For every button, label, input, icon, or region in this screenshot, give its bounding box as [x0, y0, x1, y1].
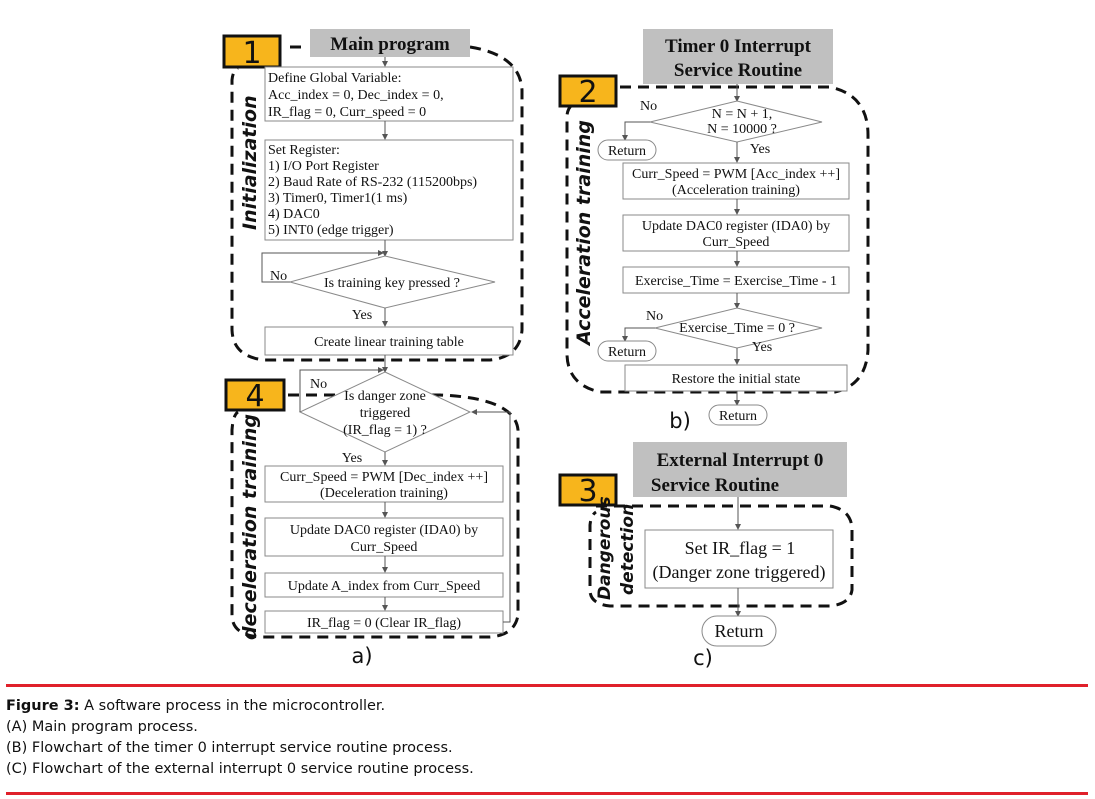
return-label: Return — [608, 345, 646, 360]
panel-b-timer0-isr: Timer 0 Interrupt Service Routine 2 Acce… — [558, 29, 870, 433]
update-a-index-label: Update A_index from Curr_Speed — [288, 579, 480, 594]
training-key-question: Is training key pressed ? — [324, 276, 460, 291]
define-vars-line: Define Global Variable: — [268, 71, 401, 86]
caption-top-rule — [6, 684, 1088, 687]
counter-question-line: N = 10000 ? — [707, 122, 777, 137]
caption-line: (A) Main program process. — [6, 719, 198, 735]
dac-update-line: Update DAC0 register (IDA0) by — [290, 523, 478, 538]
panel-c-label: c) — [693, 646, 713, 670]
caption-line: (B) Flowchart of the timer 0 interrupt s… — [6, 740, 453, 756]
main-program-title: Main program — [330, 34, 450, 55]
acceleration-label: Acceleration training — [573, 120, 595, 347]
define-vars-line: IR_flag = 0, Curr_speed = 0 — [268, 105, 426, 120]
initialization-label: Initialization — [239, 95, 261, 230]
timer0-title-line: Timer 0 Interrupt — [665, 36, 812, 57]
danger-question-line: triggered — [360, 406, 411, 421]
return-label: Return — [719, 409, 757, 424]
detection-label: detection — [618, 504, 638, 595]
ext-int-title-line: External Interrupt 0 — [657, 450, 824, 471]
set-flag-line: Set IR_flag = 1 — [685, 538, 796, 558]
panel-c-external-interrupt-isr: External Interrupt 0 Service Routine 3 D… — [558, 442, 854, 670]
create-table-label: Create linear training table — [314, 335, 464, 350]
set-register-line: 3) Timer0, Timer1(1 ms) — [268, 191, 408, 206]
dac-update-line: Update DAC0 register (IDA0) by — [642, 219, 830, 234]
dangerous-label: Dangerous — [595, 496, 615, 600]
badge-2-label: 2 — [578, 75, 597, 110]
yes-label: Yes — [352, 308, 372, 323]
exercise-decrement-label: Exercise_Time = Exercise_Time - 1 — [635, 274, 837, 289]
set-register-line: 2) Baud Rate of RS-232 (115200bps) — [268, 175, 477, 190]
danger-question-line: (IR_flag = 1) ? — [343, 423, 427, 438]
panel-a-main-program: Main program 1 Initialization Define Glo… — [222, 29, 524, 668]
acc-speed-line: (Acceleration training) — [672, 183, 800, 198]
panel-a-label: a) — [351, 644, 372, 668]
acc-speed-line: Curr_Speed = PWM [Acc_index ++] — [632, 167, 840, 182]
dec-speed-line: Curr_Speed = PWM [Dec_index ++] — [280, 470, 488, 485]
danger-question-line: Is danger zone — [344, 389, 426, 404]
yes-label: Yes — [752, 340, 772, 355]
set-register-line: Set Register: — [268, 143, 340, 158]
set-flag-line: (Danger zone triggered) — [653, 562, 826, 583]
dac-update-line: Curr_Speed — [351, 540, 418, 555]
no-label: No — [640, 99, 657, 114]
caption-bottom-rule — [6, 792, 1088, 795]
figure-caption: Figure 3: A software process in the micr… — [6, 696, 474, 780]
no-label: No — [646, 309, 663, 324]
panel-b-label: b) — [669, 409, 691, 433]
exercise-question: Exercise_Time = 0 ? — [679, 321, 795, 336]
restore-state-label: Restore the initial state — [672, 372, 801, 387]
deceleration-label: deceleration training — [239, 414, 261, 640]
set-register-line: 5) INT0 (edge trigger) — [268, 223, 394, 238]
timer0-title-line: Service Routine — [674, 60, 802, 81]
clear-flag-label: IR_flag = 0 (Clear IR_flag) — [307, 616, 461, 631]
yes-label: Yes — [342, 451, 362, 466]
dec-speed-line: (Deceleration training) — [320, 486, 448, 501]
no-label: No — [310, 377, 327, 392]
yes-label: Yes — [750, 142, 770, 157]
return-label: Return — [715, 621, 764, 641]
badge-1-label: 1 — [242, 36, 261, 71]
flowchart-figure: Main program 1 Initialization Define Glo… — [222, 29, 870, 670]
caption-line: (C) Flowchart of the external interrupt … — [6, 761, 474, 777]
define-vars-line: Acc_index = 0, Dec_index = 0, — [268, 88, 444, 103]
counter-question-line: N = N + 1, — [712, 107, 773, 122]
return-label: Return — [608, 144, 646, 159]
caption-figure-number: Figure 3: — [6, 698, 80, 714]
ext-int-title-line: Service Routine — [651, 475, 779, 496]
set-register-line: 4) DAC0 — [268, 207, 320, 222]
dac-update-line: Curr_Speed — [703, 235, 770, 250]
set-register-line: 1) I/O Port Register — [268, 159, 379, 174]
no-label: No — [270, 269, 287, 284]
caption-title-text: A software process in the microcontrolle… — [79, 698, 386, 714]
badge-4-label: 4 — [245, 379, 264, 414]
caption-title-line: Figure 3: A software process in the micr… — [6, 696, 474, 717]
